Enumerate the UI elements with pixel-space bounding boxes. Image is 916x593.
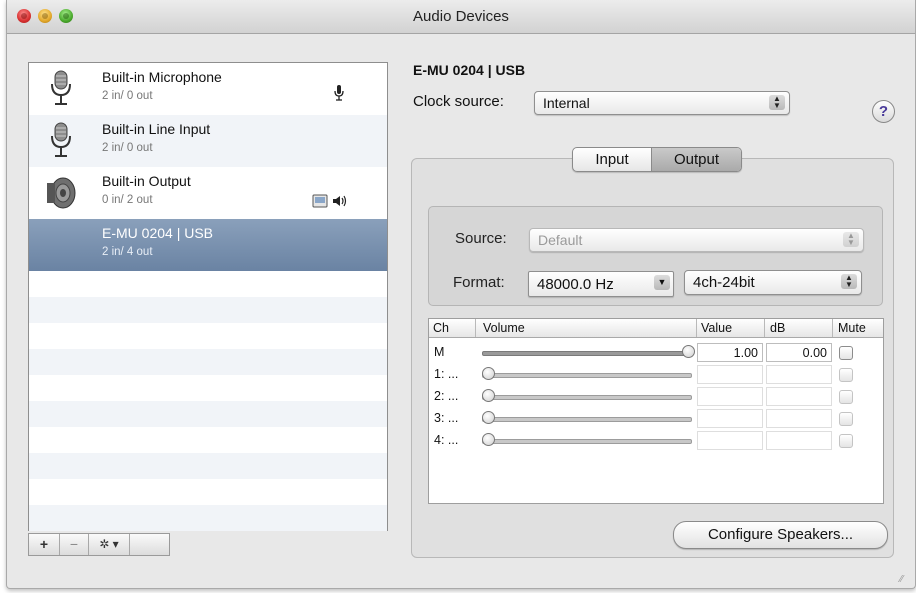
window-title: Audio Devices xyxy=(413,8,509,25)
table-row: 4: ... xyxy=(429,431,883,451)
column-divider xyxy=(475,319,476,337)
value-field[interactable] xyxy=(697,365,763,384)
table-row: M 1.00 0.00 xyxy=(429,343,883,363)
microphone-icon xyxy=(51,70,71,105)
device-row-built-in-line-input[interactable]: Built-in Line Input 2 in/ 0 out xyxy=(29,115,387,167)
value-field[interactable] xyxy=(697,431,763,450)
db-field[interactable] xyxy=(766,365,832,384)
channel-label: 2: ... xyxy=(434,389,459,403)
format-rate-combo[interactable]: 48000.0 Hz ▼ xyxy=(528,271,674,297)
mute-checkbox[interactable] xyxy=(839,368,853,382)
device-io: 2 in/ 4 out xyxy=(102,246,153,258)
mute-checkbox[interactable] xyxy=(839,412,853,426)
add-device-button[interactable]: + xyxy=(29,534,59,555)
db-field[interactable] xyxy=(766,431,832,450)
source-value: Default xyxy=(538,232,583,248)
volume-slider[interactable] xyxy=(482,395,692,400)
format-bits-popup[interactable]: 4ch-24bit ▲ ▼ xyxy=(684,270,862,295)
channel-volume-table[interactable]: Ch Volume Value dB Mute M 1.00 0.00 1: ... 2… xyxy=(428,318,884,504)
column-header-ch[interactable]: Ch xyxy=(433,319,473,337)
channel-label: 1: ... xyxy=(434,367,459,381)
volume-slider[interactable] xyxy=(482,439,692,444)
volume-slider[interactable] xyxy=(482,417,692,422)
volume-slider[interactable] xyxy=(482,351,692,356)
value-field[interactable]: 1.00 xyxy=(697,343,763,362)
remove-device-button[interactable]: − xyxy=(60,534,88,555)
empty-row xyxy=(29,349,387,375)
clock-source-popup[interactable]: Internal ▲ ▼ xyxy=(534,91,790,115)
device-io: 2 in/ 0 out xyxy=(102,142,153,154)
device-name: Built-in Microphone xyxy=(102,69,222,85)
volume-slider-knob[interactable] xyxy=(682,345,695,358)
column-divider xyxy=(764,319,765,337)
device-name: Built-in Output xyxy=(102,173,191,189)
volume-slider-knob[interactable] xyxy=(482,367,495,380)
microphone-icon xyxy=(51,122,71,157)
help-button[interactable]: ? xyxy=(872,100,895,123)
db-field[interactable]: 0.00 xyxy=(766,343,832,362)
empty-row xyxy=(29,297,387,323)
configure-speakers-button[interactable]: Configure Speakers... xyxy=(673,521,888,549)
toolbar-divider xyxy=(129,534,130,555)
empty-row xyxy=(29,453,387,479)
db-field[interactable] xyxy=(766,387,832,406)
table-row: 3: ... xyxy=(429,409,883,429)
source-label: Source: xyxy=(455,230,507,247)
device-name: Built-in Line Input xyxy=(102,121,211,137)
channel-label: 4: ... xyxy=(434,433,459,447)
volume-slider-knob[interactable] xyxy=(482,411,495,424)
value-field[interactable] xyxy=(697,409,763,428)
finder-speaker-status-icon xyxy=(312,194,347,208)
mute-checkbox[interactable] xyxy=(839,390,853,404)
db-field[interactable] xyxy=(766,409,832,428)
column-header-value[interactable]: Value xyxy=(701,319,761,337)
tab-input[interactable]: Input xyxy=(573,148,652,171)
volume-slider-knob[interactable] xyxy=(482,433,495,446)
device-row-e-mu-0204-usb[interactable]: E-MU 0204 | USB 2 in/ 4 out xyxy=(29,219,387,271)
selected-device-title: E-MU 0204 | USB xyxy=(413,62,526,78)
channel-label: 3: ... xyxy=(434,411,459,425)
title-bar[interactable]: Audio Devices xyxy=(7,0,915,34)
microphone-status-icon xyxy=(334,85,344,101)
column-divider xyxy=(832,319,833,337)
table-row: 1: ... xyxy=(429,365,883,385)
chevron-down-icon[interactable]: ▼ xyxy=(654,275,670,290)
popup-arrows-icon: ▲ ▼ xyxy=(769,95,785,110)
column-header-volume[interactable]: Volume xyxy=(483,319,683,337)
speaker-icon xyxy=(47,177,76,209)
mute-checkbox[interactable] xyxy=(839,434,853,448)
source-popup[interactable]: Default ▲ ▼ xyxy=(529,228,864,252)
device-io: 2 in/ 0 out xyxy=(102,90,153,102)
device-row-built-in-output[interactable]: Built-in Output 0 in/ 2 out xyxy=(29,167,387,219)
device-name: E-MU 0204 | USB xyxy=(102,225,214,241)
empty-row xyxy=(29,505,387,531)
clock-source-label: Clock source: xyxy=(413,93,504,110)
input-output-segmented-control[interactable]: Input Output xyxy=(572,147,742,172)
table-row: 2: ... xyxy=(429,387,883,407)
value-field[interactable] xyxy=(697,387,763,406)
volume-slider-knob[interactable] xyxy=(482,389,495,402)
popup-arrows-icon: ▲ ▼ xyxy=(841,274,857,289)
action-gear-menu-button[interactable]: ✲ ▾ xyxy=(89,534,129,555)
device-list[interactable]: Built-in Microphone 2 in/ 0 out Built-in… xyxy=(28,62,388,531)
device-row-built-in-microphone[interactable]: Built-in Microphone 2 in/ 0 out xyxy=(29,63,387,115)
column-header-mute[interactable]: Mute xyxy=(838,319,882,337)
column-divider xyxy=(696,319,697,337)
device-io: 0 in/ 2 out xyxy=(102,194,153,206)
volume-slider[interactable] xyxy=(482,373,692,378)
empty-row xyxy=(29,401,387,427)
device-list-toolbar: + − ✲ ▾ xyxy=(28,533,170,556)
column-header-db[interactable]: dB xyxy=(770,319,830,337)
popup-arrows-icon: ▲ ▼ xyxy=(843,232,859,247)
resize-grip-icon[interactable]: ⁄⁄ xyxy=(900,574,914,591)
mute-checkbox[interactable] xyxy=(839,346,853,360)
format-bits-value: 4ch-24bit xyxy=(693,274,755,291)
format-rate-value: 48000.0 Hz xyxy=(537,276,614,293)
clock-source-value: Internal xyxy=(543,95,590,111)
tab-output[interactable]: Output xyxy=(652,148,741,171)
format-label: Format: xyxy=(453,274,505,291)
channel-label: M xyxy=(434,345,445,359)
